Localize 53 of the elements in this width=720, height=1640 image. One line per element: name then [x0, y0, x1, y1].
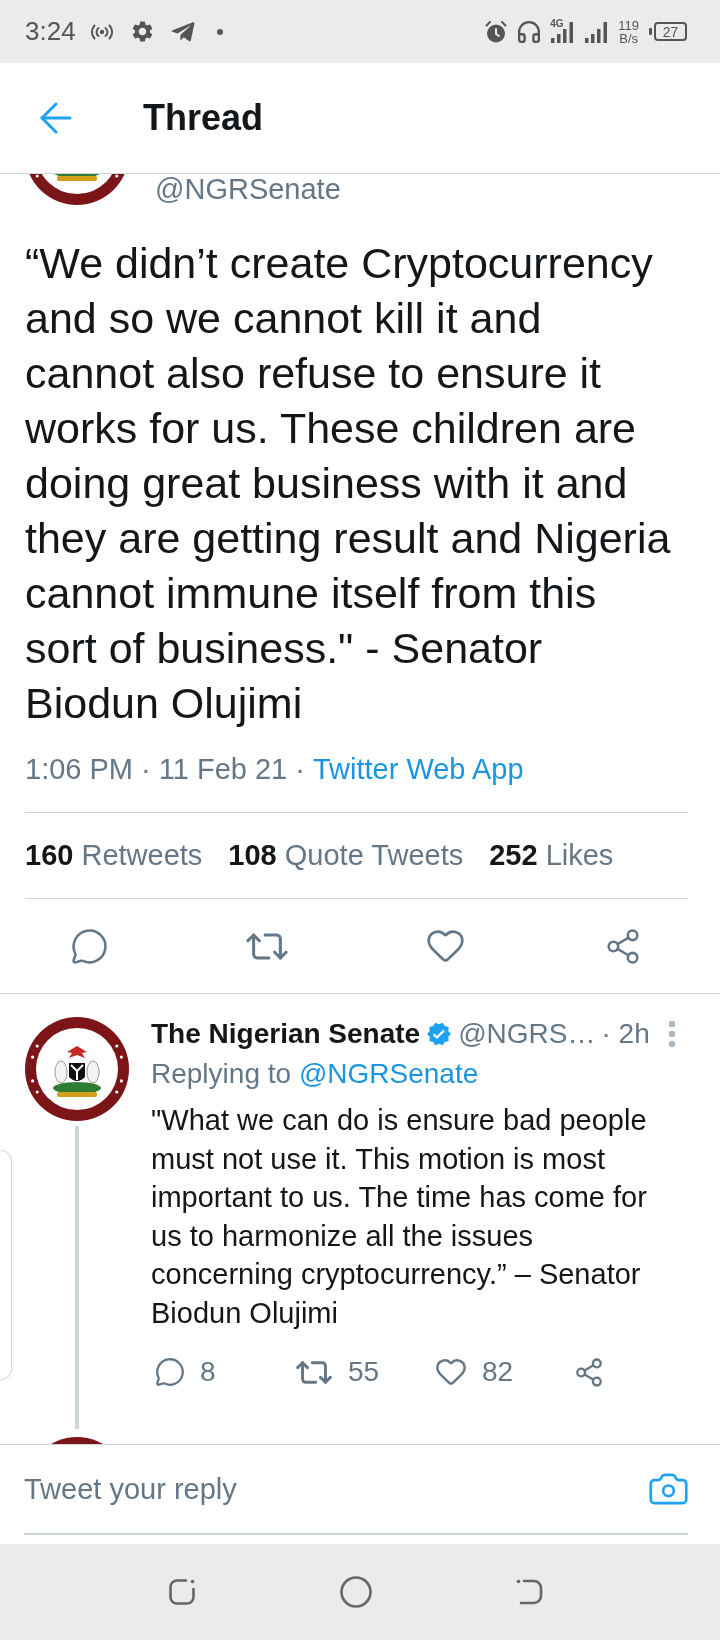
- camera-icon: [649, 1473, 688, 1505]
- reply-text: "What we can do is ensure bad people must not use it. This motion is most important to us. The time has come for us to harmonize all the issues concerning cryptocurrency.” – Senator Biodun Olujimi: [151, 1103, 648, 1331]
- author-handle: @NGRS…: [458, 1018, 596, 1050]
- reply-button[interactable]: 8: [156, 1356, 216, 1388]
- tweet-timestamp: 1:06 PM · 11 Feb 21 ·: [25, 752, 305, 787]
- recents-button[interactable]: [167, 1577, 197, 1607]
- status-time: 3:24: [25, 16, 76, 47]
- share-button[interactable]: [576, 1357, 602, 1387]
- home-icon: [340, 1576, 372, 1608]
- retweet-icon: [296, 1360, 332, 1384]
- reply-input[interactable]: Tweet your reply: [24, 1465, 649, 1513]
- retweet-button[interactable]: [246, 932, 288, 960]
- back-button[interactable]: [40, 102, 72, 134]
- share-button[interactable]: [607, 928, 639, 964]
- back-icon: [516, 1577, 544, 1607]
- author-name: The Nigerian Senate: [151, 1018, 421, 1050]
- reply-time: · 2h: [601, 1018, 650, 1050]
- speech-bubble-icon: [156, 1358, 184, 1386]
- headphones-icon: [518, 19, 541, 44]
- like-button[interactable]: [426, 930, 464, 962]
- tweet-text: “We didn’t create Cryptocurrency and so we cannot kill it and cannot also refuse to ensure it works for us. These children are doing great business with it and they are getting result and Nigeria cannot immune itself from this sort of business." - Senator Biodun Olujimi: [25, 238, 672, 729]
- alarm-clock-icon: [484, 19, 509, 44]
- stat-link[interactable]: 160 Retweets: [25, 839, 203, 872]
- author-handle: @NGRSenate: [155, 174, 341, 204]
- reply-button[interactable]: [71, 928, 107, 964]
- network-speed: 119: [618, 18, 639, 32]
- avatar-drawing: [51, 1437, 103, 1444]
- back-nav-button[interactable]: [516, 1577, 544, 1607]
- retweet-icon: [246, 932, 288, 960]
- like-button[interactable]: 82: [436, 1356, 514, 1388]
- replying-to-text: Replying to @NGRSenate: [151, 1057, 480, 1091]
- notification-dot-icon: [216, 28, 223, 35]
- heart-icon: [426, 930, 464, 962]
- home-button[interactable]: [340, 1576, 372, 1608]
- broadcast-icon: [88, 23, 115, 40]
- share-icon: [607, 928, 639, 964]
- retweet-button[interactable]: 55: [296, 1356, 380, 1388]
- page-title: Thread: [143, 97, 264, 139]
- edge-panel-handle[interactable]: [0, 1150, 12, 1380]
- network-speed-unit: B/s: [619, 31, 639, 45]
- share-icon: [576, 1357, 602, 1387]
- speech-bubble-icon: [71, 928, 107, 964]
- mention-link[interactable]: @NGRSenate: [298, 1058, 479, 1089]
- source-link[interactable]: Twitter Web App: [312, 751, 524, 787]
- signal-bars-icon: [550, 20, 575, 43]
- stat-link[interactable]: 108 Quote Tweets: [228, 839, 464, 872]
- signal-bars-icon: [584, 20, 609, 43]
- battery-indicator: 27: [649, 22, 687, 41]
- heart-icon: [436, 1359, 466, 1385]
- network-type: 4G: [550, 18, 564, 29]
- stat-link[interactable]: 252 Likes: [489, 839, 614, 872]
- recents-icon: [167, 1577, 197, 1607]
- camera-button[interactable]: [649, 1473, 688, 1505]
